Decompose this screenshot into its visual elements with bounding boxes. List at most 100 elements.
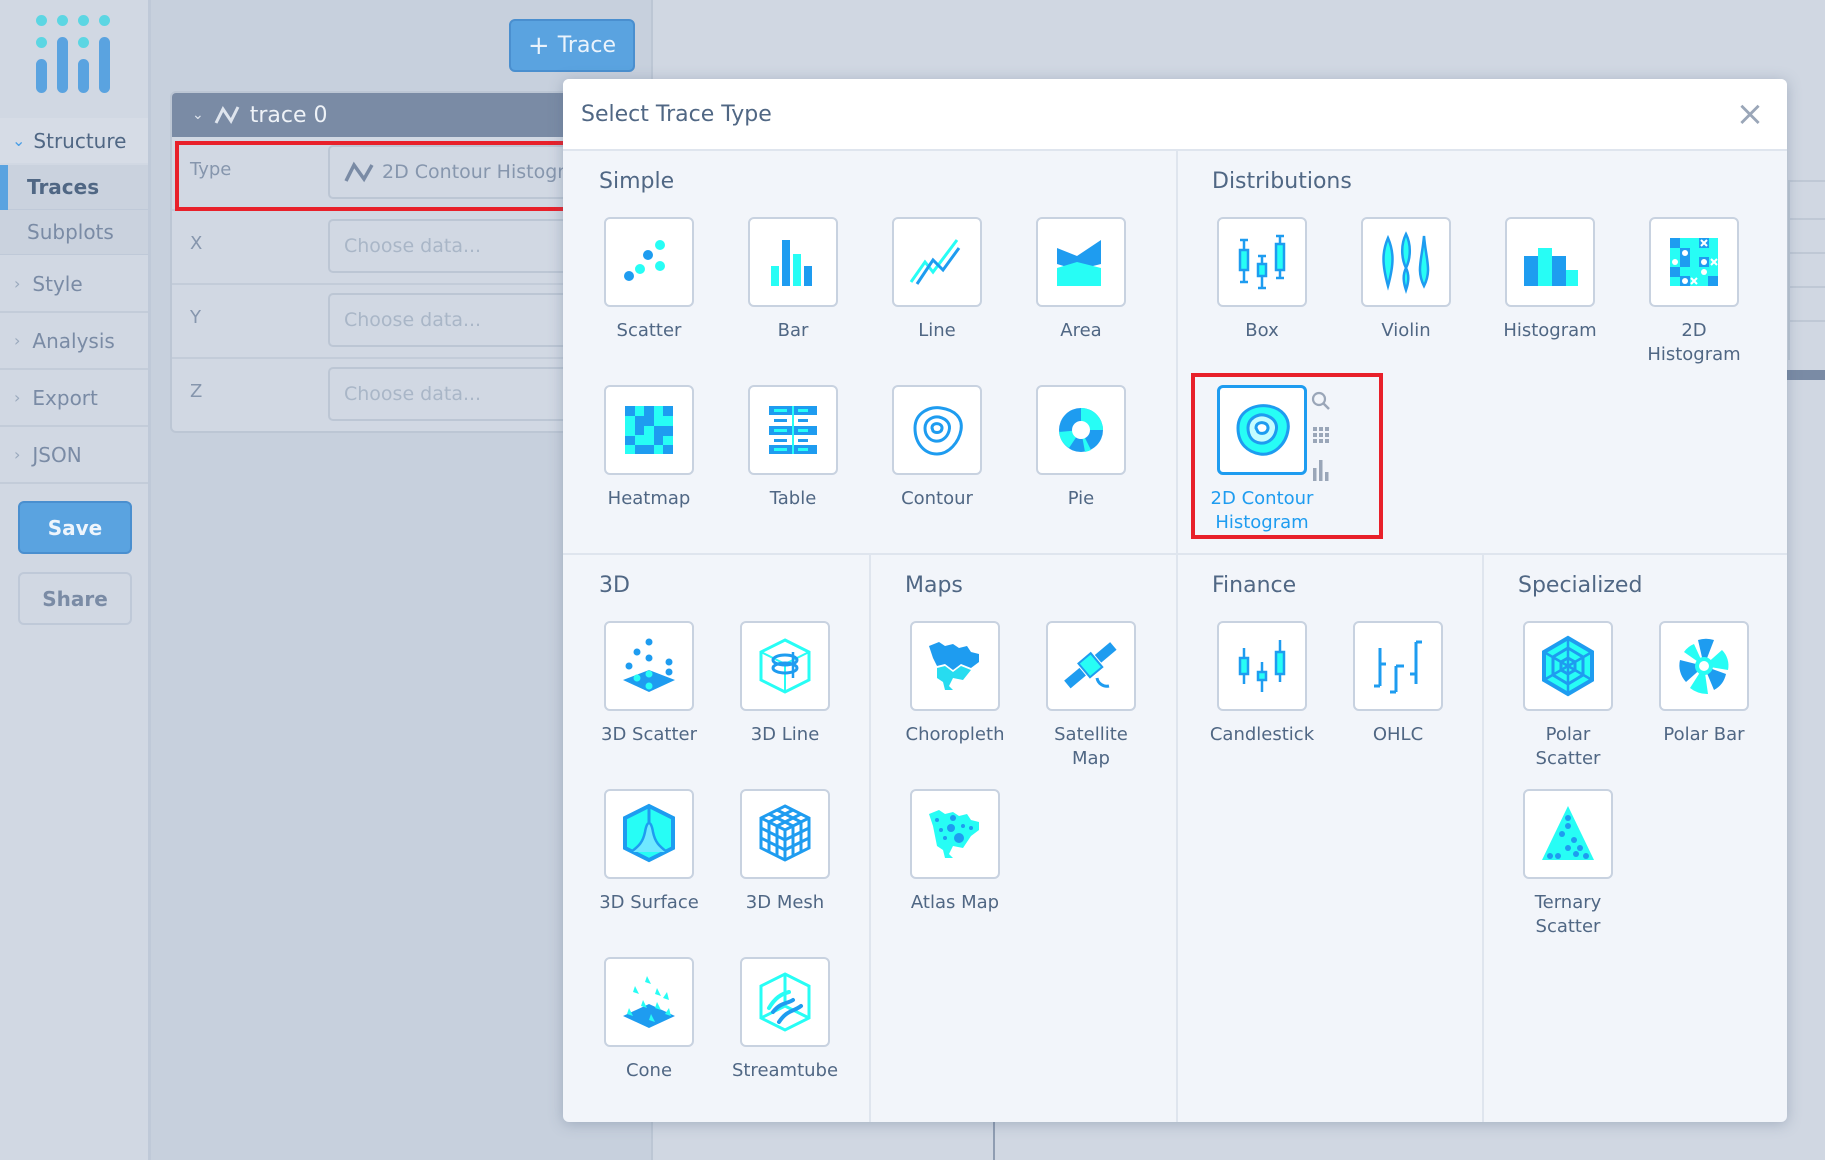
grid-line xyxy=(1788,180,1790,360)
trace-type-label: Candlestick xyxy=(1209,724,1315,745)
trace-type-ternary-scatter[interactable]: Ternary Scatter xyxy=(1513,789,1623,939)
trace-type-label: Histogram xyxy=(1503,320,1597,341)
trace-type-label: 3D Line xyxy=(750,724,820,745)
histogram-icon xyxy=(1524,248,1578,286)
trace-type-label: Atlas Map xyxy=(910,892,1000,913)
sidebar-group-label: Analysis xyxy=(32,328,115,353)
trace-type-ohlc[interactable]: OHLC xyxy=(1343,621,1453,747)
close-icon[interactable]: × xyxy=(1735,97,1765,131)
line-trace-icon xyxy=(214,106,240,124)
satellite-icon xyxy=(1064,642,1117,689)
trace-type-3d-surface[interactable]: 3D Surface xyxy=(594,789,704,915)
plus-icon: + xyxy=(527,30,550,61)
ternary-scatter-icon xyxy=(1542,806,1594,860)
trace-type-histogram[interactable]: Histogram xyxy=(1495,217,1605,343)
trace-name: trace 0 xyxy=(249,102,328,128)
sidebar-group-analysis[interactable]: › Analysis xyxy=(0,313,148,370)
sidebar-group-label: Style xyxy=(32,271,83,296)
field-label: X xyxy=(190,233,203,254)
save-button[interactable]: Save xyxy=(18,501,132,554)
field-label: Z xyxy=(190,381,203,402)
trace-type-atlas-map[interactable]: Atlas Map xyxy=(900,789,1010,915)
trace-type-label: Streamtube xyxy=(731,1060,839,1081)
trace-type-label: Violin xyxy=(1381,320,1431,341)
streamtube-icon xyxy=(759,972,811,1032)
trace-type-choropleth[interactable]: Choropleth xyxy=(900,621,1010,747)
sidebar: ⌄ Structure Traces Subplots › Style › An… xyxy=(0,0,151,1160)
trace-type-label: Line xyxy=(918,320,956,341)
3d-scatter-icon xyxy=(623,638,675,692)
trace-type-2d-histogram[interactable]: 2D Histogram xyxy=(1639,217,1749,367)
trace-type-streamtube[interactable]: Streamtube xyxy=(730,957,840,1083)
3d-line-icon xyxy=(759,638,811,694)
trace-type-bar[interactable]: Bar xyxy=(738,217,848,343)
trace-type-heatmap[interactable]: Heatmap xyxy=(594,385,704,511)
trace-type-label: Scatter xyxy=(616,320,682,341)
area-chart-icon xyxy=(1057,240,1101,286)
trace-type-label: Box xyxy=(1245,320,1279,341)
heatmap-icon xyxy=(625,406,673,454)
trace-type-label: Polar Bar xyxy=(1663,724,1745,745)
trace-type-table[interactable]: Table xyxy=(738,385,848,511)
trace-type-area[interactable]: Area xyxy=(1026,217,1136,343)
table-icon xyxy=(769,406,817,454)
choropleth-map-icon xyxy=(929,642,979,690)
trace-type-label: Polar Scatter xyxy=(1535,724,1601,769)
grid-line xyxy=(1788,218,1825,220)
trace-type-box[interactable]: Box xyxy=(1207,217,1317,343)
trace-type-line[interactable]: Line xyxy=(882,217,992,343)
divider xyxy=(869,555,871,1122)
modal-header: Select Trace Type xyxy=(563,79,1787,151)
axis-line xyxy=(993,1122,995,1160)
3d-mesh-icon xyxy=(759,804,811,862)
trace-type-3d-mesh[interactable]: 3D Mesh xyxy=(730,789,840,915)
trace-type-polar-scatter[interactable]: Polar Scatter xyxy=(1513,621,1623,771)
app-logo[interactable] xyxy=(36,15,112,93)
trace-type-label: Cone xyxy=(625,1060,673,1081)
grid-line xyxy=(1788,286,1825,288)
sidebar-group-style[interactable]: › Style xyxy=(0,256,148,313)
field-label: Y xyxy=(190,307,201,328)
chevron-right-icon: › xyxy=(14,274,21,293)
add-trace-button[interactable]: + Trace xyxy=(509,19,635,72)
sidebar-group-export[interactable]: › Export xyxy=(0,370,148,427)
trace-type-violin[interactable]: Violin xyxy=(1351,217,1461,343)
candlestick-icon xyxy=(1238,640,1286,692)
grid-line xyxy=(1788,320,1825,322)
line-chart-icon xyxy=(909,239,961,285)
trace-type-label: Area xyxy=(1060,320,1102,341)
trace-type-3d-scatter[interactable]: 3D Scatter xyxy=(594,621,704,747)
trace-type-cone[interactable]: Cone xyxy=(594,957,704,1083)
trace-type-contour[interactable]: Contour xyxy=(882,385,992,511)
contour-icon xyxy=(913,406,963,456)
trace-type-polar-bar[interactable]: Polar Bar xyxy=(1649,621,1759,747)
atlas-map-icon xyxy=(929,810,979,858)
chevron-right-icon: › xyxy=(14,331,21,350)
divider xyxy=(563,553,1787,555)
sidebar-item-subplots[interactable]: Subplots xyxy=(0,210,148,255)
section-title: 3D xyxy=(599,573,630,598)
trace-type-label: Choropleth xyxy=(905,724,1005,745)
sidebar-item-traces[interactable]: Traces xyxy=(0,165,148,210)
chevron-down-icon: ⌄ xyxy=(192,107,204,123)
sidebar-group-label: Export xyxy=(32,385,98,410)
share-button[interactable]: Share xyxy=(18,572,132,625)
trace-type-candlestick[interactable]: Candlestick xyxy=(1207,621,1317,747)
modal-title: Select Trace Type xyxy=(581,101,772,127)
trace-type-pie[interactable]: Pie xyxy=(1026,385,1136,511)
trace-type-label: Pie xyxy=(1067,488,1095,509)
sidebar-group-json[interactable]: › JSON xyxy=(0,427,148,484)
sidebar-group-structure[interactable]: ⌄ Structure xyxy=(0,118,148,163)
section-title: Maps xyxy=(905,573,963,598)
divider xyxy=(1482,555,1484,1122)
trace-type-scatter[interactable]: Scatter xyxy=(594,217,704,343)
section-title: Finance xyxy=(1212,573,1297,598)
ohlc-icon xyxy=(1374,640,1422,694)
trace-type-label: OHLC xyxy=(1372,724,1424,745)
trace-type-label: Heatmap xyxy=(607,488,691,509)
trace-type-label: Ternary Scatter xyxy=(1534,892,1602,937)
trace-type-satellite-map[interactable]: Satellite Map xyxy=(1036,621,1146,771)
trace-type-3d-line[interactable]: 3D Line xyxy=(730,621,840,747)
sidebar-group-label: JSON xyxy=(32,442,82,467)
chevron-down-icon: ⌄ xyxy=(12,131,26,150)
